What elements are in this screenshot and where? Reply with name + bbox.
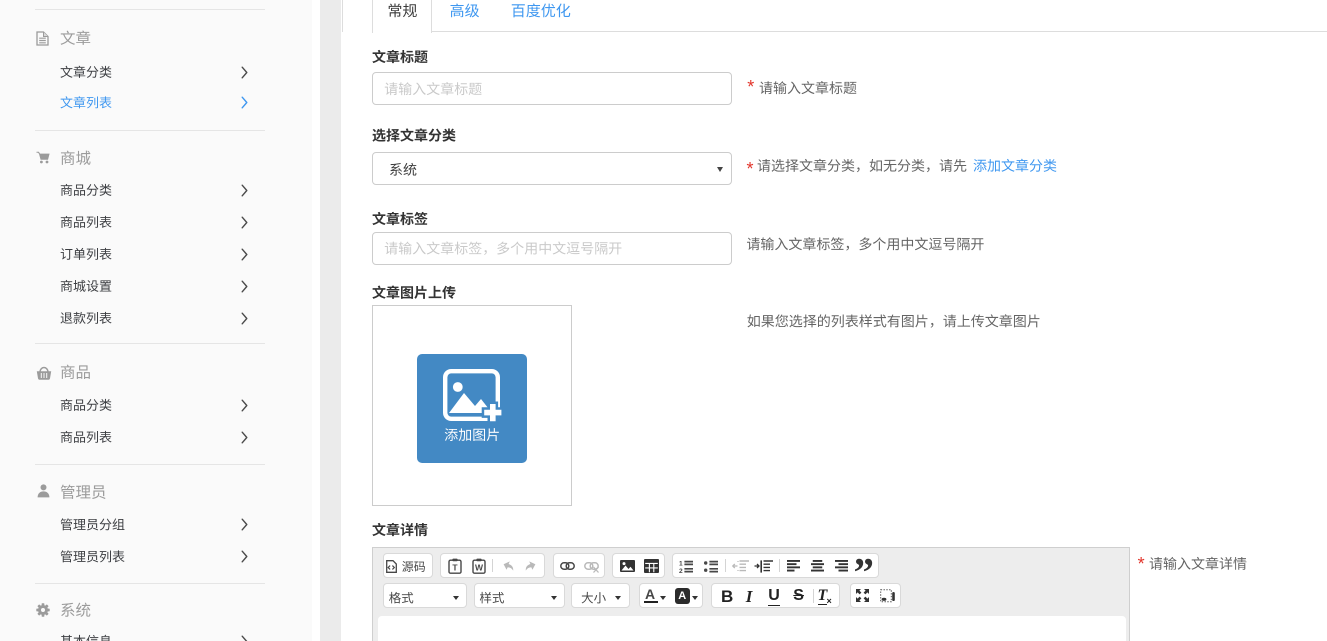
- svg-text:2: 2: [679, 567, 683, 572]
- svg-text:W: W: [475, 563, 484, 573]
- svg-text:T: T: [452, 563, 458, 573]
- svg-text:1: 1: [679, 560, 683, 567]
